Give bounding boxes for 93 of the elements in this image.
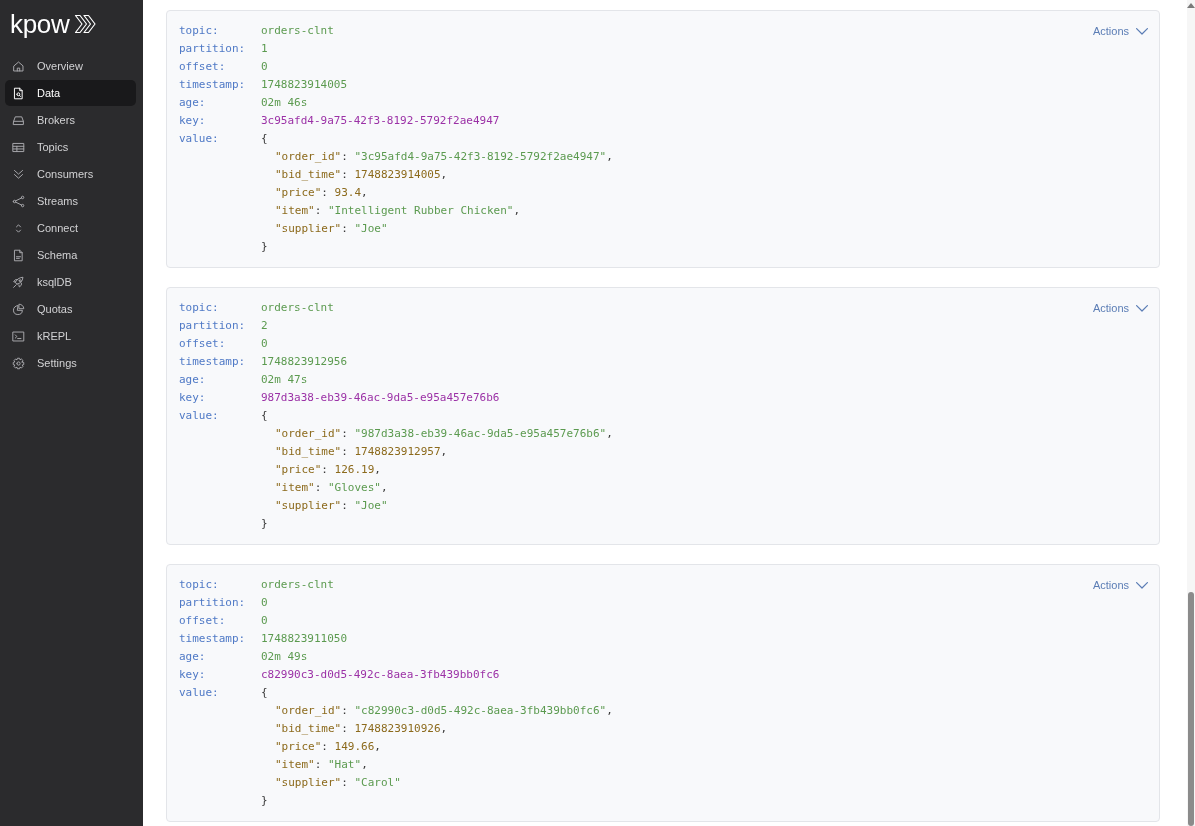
document-icon xyxy=(12,248,25,262)
scroll-up-arrow-icon[interactable] xyxy=(1187,3,1195,8)
json-brace: { xyxy=(261,131,268,147)
terminal-icon xyxy=(12,329,25,343)
json-line: "price": 93.4, xyxy=(275,185,368,201)
field-value: 1748823912956 xyxy=(261,354,348,370)
json-brace: } xyxy=(261,793,268,809)
json-line: "supplier": "Carol" xyxy=(275,775,401,791)
pie-chart-icon xyxy=(12,302,25,316)
json-line: "bid_time": 1748823912957, xyxy=(275,444,448,460)
sidebar-item[interactable]: Brokers xyxy=(5,107,136,133)
field-value: 02m 46s xyxy=(261,95,308,111)
sidebar-item[interactable]: Overview xyxy=(5,53,136,79)
message-key: 3c95afd4-9a75-42f3-8192-5792f2ae4947 xyxy=(261,112,500,130)
message-key: c82990c3-d0d5-492c-8aea-3fb439bb0fc6 xyxy=(261,666,500,684)
json-brace: } xyxy=(261,516,268,532)
field-label: partition: xyxy=(179,41,246,57)
json-brace: { xyxy=(261,685,268,701)
json-line: "order_id": "987d3a38-eb39-46ac-9da5-e95a457e76b6", xyxy=(275,426,613,442)
sidebar-item[interactable]: Connect xyxy=(5,215,136,241)
field-value: orders-clnt xyxy=(261,23,334,39)
json-brace: { xyxy=(261,408,268,424)
json-line: "bid_time": 1748823914005, xyxy=(275,167,448,183)
field-value: 0 xyxy=(261,613,268,629)
field-value: 1748823914005 xyxy=(261,77,348,93)
sidebar-item[interactable]: Settings xyxy=(5,350,136,376)
field-value: 0 xyxy=(261,595,268,611)
actions-button[interactable]: Actions xyxy=(1092,576,1148,594)
field-label: topic: xyxy=(179,577,219,593)
field-value: 2 xyxy=(261,318,268,334)
field-label: value: xyxy=(179,131,219,147)
json-line: "item": "Intelligent Rubber Chicken", xyxy=(275,203,521,219)
sidebar-item[interactable]: Topics xyxy=(5,134,136,160)
field-label: timestamp: xyxy=(179,631,246,647)
field-label: partition: xyxy=(179,318,246,334)
field-label: offset: xyxy=(179,336,226,352)
sidebar-item[interactable]: Schema xyxy=(5,242,136,268)
sidebar-item[interactable]: Streams xyxy=(5,188,136,214)
field-label: age: xyxy=(179,649,206,665)
share-nodes-icon xyxy=(12,194,25,208)
field-value: 1748823911050 xyxy=(261,631,348,647)
field-label: topic: xyxy=(179,23,219,39)
json-line: "item": "Gloves", xyxy=(275,480,388,496)
sidebar-item[interactable]: kREPL xyxy=(5,323,136,349)
json-brace: } xyxy=(261,239,268,255)
field-label: offset: xyxy=(179,59,226,75)
field-label: value: xyxy=(179,408,219,424)
json-line: "price": 126.19, xyxy=(275,462,381,478)
chevron-down-icon xyxy=(1136,304,1148,312)
field-value: 02m 49s xyxy=(261,649,308,665)
settings-icon xyxy=(12,356,25,370)
double-chevron-down-icon xyxy=(12,167,25,181)
field-value: 0 xyxy=(261,336,268,352)
field-value: 0 xyxy=(261,59,268,75)
chevron-down-icon xyxy=(1136,27,1148,35)
field-value: orders-clnt xyxy=(261,300,334,316)
json-line: "bid_time": 1748823910926, xyxy=(275,721,448,737)
json-line: "supplier": "Joe" xyxy=(275,498,388,514)
field-label: topic: xyxy=(179,300,219,316)
home-icon xyxy=(12,59,25,73)
sidebar-item[interactable]: Consumers xyxy=(5,161,136,187)
field-label: age: xyxy=(179,372,206,388)
actions-button[interactable]: Actions xyxy=(1092,22,1148,40)
double-chevron-icon xyxy=(73,14,98,34)
field-label: timestamp: xyxy=(179,354,246,370)
sidebar-item[interactable]: Data xyxy=(5,80,136,106)
message-key: 987d3a38-eb39-46ac-9da5-e95a457e76b6 xyxy=(261,389,500,407)
field-label: partition: xyxy=(179,595,246,611)
rocket-icon xyxy=(12,275,25,289)
json-line: "order_id": "3c95afd4-9a75-42f3-8192-5792f2ae4947", xyxy=(275,149,613,165)
json-line: "supplier": "Joe" xyxy=(275,221,388,237)
field-label: key: xyxy=(179,113,206,129)
field-label: age: xyxy=(179,95,206,111)
json-line: "order_id": "c82990c3-d0d5-492c-8aea-3fb439bb0fc6", xyxy=(275,703,613,719)
table-icon xyxy=(12,140,25,154)
sidebar-item[interactable]: Quotas xyxy=(5,296,136,322)
json-line: "item": "Hat", xyxy=(275,757,368,773)
field-value: orders-clnt xyxy=(261,577,334,593)
field-value: 02m 47s xyxy=(261,372,308,388)
field-label: timestamp: xyxy=(179,77,246,93)
json-line: "price": 149.66, xyxy=(275,739,381,755)
field-label: offset: xyxy=(179,613,226,629)
field-value: 1 xyxy=(261,41,268,57)
document-search-icon xyxy=(12,86,25,100)
chevron-down-icon xyxy=(1136,581,1148,589)
actions-button[interactable]: Actions xyxy=(1092,299,1148,317)
sidebar-item[interactable]: ksqlDB xyxy=(5,269,136,295)
field-label: key: xyxy=(179,390,206,406)
field-label: value: xyxy=(179,685,219,701)
tray-icon xyxy=(12,113,25,127)
scrollbar-thumb[interactable] xyxy=(1188,592,1194,826)
field-label: key: xyxy=(179,667,206,683)
app-logo: kpow xyxy=(10,9,70,39)
